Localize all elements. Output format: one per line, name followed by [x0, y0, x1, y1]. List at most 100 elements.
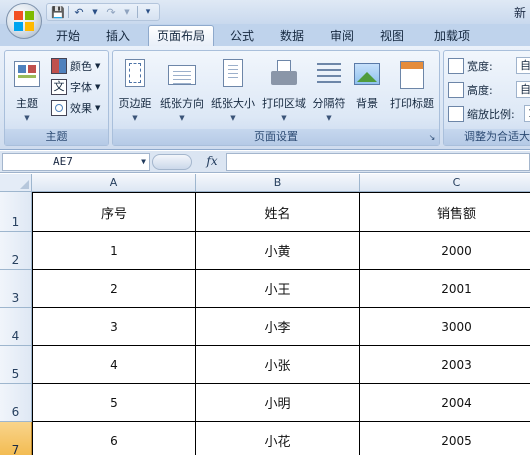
- row-header-3[interactable]: 3: [0, 270, 32, 308]
- tab-insert[interactable]: 插入: [98, 27, 138, 46]
- themes-button[interactable]: 主题 ▼: [7, 55, 47, 129]
- cell-b2[interactable]: 小黄: [196, 232, 360, 270]
- orientation-dropdown-icon: ▼: [179, 114, 185, 122]
- cell-b6[interactable]: 小明: [196, 384, 360, 422]
- row-header-6[interactable]: 6: [0, 384, 32, 422]
- row-header-7[interactable]: 7: [0, 422, 32, 455]
- office-logo-icon: [14, 11, 34, 31]
- fonts-label: 字体: [70, 81, 92, 94]
- margins-icon: [120, 59, 150, 91]
- tab-data[interactable]: 数据: [272, 27, 312, 46]
- width-icon: [448, 58, 464, 74]
- scale-group-label: 调整为合适大: [444, 129, 530, 145]
- size-button[interactable]: 纸张大小 ▼: [209, 55, 257, 129]
- cell-c1[interactable]: 销售额: [360, 192, 530, 232]
- cell-a2[interactable]: 1: [33, 232, 196, 270]
- fonts-button[interactable]: 文 字体 ▼: [51, 78, 100, 96]
- tab-home[interactable]: 开始: [48, 27, 88, 46]
- height-label: 高度:: [467, 84, 493, 97]
- height-select[interactable]: 自: [516, 81, 530, 98]
- redo-dropdown-icon[interactable]: ▼: [120, 5, 134, 19]
- title-bar: 💾 ↶ ▼ ↷ ▼ ▾ 新: [0, 0, 530, 39]
- scale-input[interactable]: 1: [524, 105, 530, 122]
- name-box-dropdown-icon[interactable]: ▼: [141, 154, 146, 170]
- tab-formulas[interactable]: 公式: [222, 27, 262, 46]
- customize-qat-icon[interactable]: ▾: [141, 5, 155, 19]
- themes-group-label: 主题: [5, 129, 108, 145]
- height-icon: [448, 82, 464, 98]
- background-button[interactable]: 背景: [349, 55, 385, 129]
- width-select[interactable]: 自: [516, 57, 530, 74]
- cell-b7[interactable]: 小花: [196, 422, 360, 455]
- paper-size-icon: [218, 59, 248, 91]
- margins-dropdown-icon: ▼: [132, 114, 138, 122]
- office-button[interactable]: [6, 3, 42, 39]
- print-area-button[interactable]: 打印区域 ▼: [259, 55, 309, 129]
- redo-icon[interactable]: ↷: [104, 5, 118, 19]
- name-box[interactable]: AE7 ▼: [2, 153, 150, 171]
- cell-c7[interactable]: 2005: [360, 422, 530, 455]
- ribbon: 主题 ▼ 颜色 ▼ 文 字体 ▼ 效果 ▼ 主题 页边距 ▼ 纸张方向 ▼ 纸张…: [0, 46, 530, 150]
- row-header-2[interactable]: 2: [0, 232, 32, 270]
- tab-addins[interactable]: 加载项: [424, 27, 480, 46]
- effects-icon: [51, 100, 67, 116]
- select-all-button[interactable]: [0, 174, 32, 192]
- insert-function-icon[interactable]: fx: [200, 153, 224, 171]
- orientation-icon: [167, 59, 197, 91]
- cell-a4[interactable]: 3: [33, 308, 196, 346]
- cell-b3[interactable]: 小王: [196, 270, 360, 308]
- cell-a5[interactable]: 4: [33, 346, 196, 384]
- colors-button[interactable]: 颜色 ▼: [51, 57, 100, 75]
- orientation-button[interactable]: 纸张方向 ▼: [158, 55, 206, 129]
- background-label: 背景: [356, 97, 378, 110]
- cell-a3[interactable]: 2: [33, 270, 196, 308]
- size-dropdown-icon: ▼: [230, 114, 236, 122]
- row-header-1[interactable]: 1: [0, 192, 32, 232]
- page-setup-group-label: 页面设置: [113, 129, 439, 145]
- cell-a6[interactable]: 5: [33, 384, 196, 422]
- print-titles-button[interactable]: 打印标题: [387, 55, 437, 129]
- scale-control: 缩放比例:: [448, 105, 515, 123]
- cell-c6[interactable]: 2004: [360, 384, 530, 422]
- cell-b1[interactable]: 姓名: [196, 192, 360, 232]
- size-label: 纸张大小: [211, 97, 255, 110]
- cell-c2[interactable]: 2000: [360, 232, 530, 270]
- formula-splitter[interactable]: [152, 154, 192, 170]
- page-setup-launcher-icon[interactable]: ↘: [427, 133, 437, 143]
- cell-b4[interactable]: 小李: [196, 308, 360, 346]
- cell-b5[interactable]: 小张: [196, 346, 360, 384]
- colors-dropdown-icon: ▼: [95, 62, 101, 70]
- tab-page-layout[interactable]: 页面布局: [148, 25, 214, 47]
- cell-c4[interactable]: 3000: [360, 308, 530, 346]
- cell-a7[interactable]: 6: [33, 422, 196, 455]
- save-icon[interactable]: 💾: [51, 5, 65, 19]
- undo-icon[interactable]: ↶: [72, 5, 86, 19]
- fonts-dropdown-icon: ▼: [95, 83, 101, 91]
- themes-icon: [12, 59, 42, 91]
- cell-c3[interactable]: 2001: [360, 270, 530, 308]
- column-header-c[interactable]: C: [360, 174, 530, 192]
- scale-to-fit-group: 宽度: 自 高度: 自 缩放比例: 1 调整为合适大: [443, 50, 530, 146]
- ribbon-tabs: 开始 插入 页面布局 公式 数据 审阅 视图 加载项: [0, 24, 530, 47]
- colors-label: 颜色: [70, 60, 92, 73]
- orientation-label: 纸张方向: [160, 97, 204, 110]
- row-header-5[interactable]: 5: [0, 346, 32, 384]
- effects-button[interactable]: 效果 ▼: [51, 99, 100, 117]
- formula-input[interactable]: [226, 153, 530, 171]
- themes-dropdown-icon: ▼: [24, 114, 30, 122]
- column-header-a[interactable]: A: [32, 174, 196, 192]
- row-header-4[interactable]: 4: [0, 308, 32, 346]
- themes-label: 主题: [16, 97, 38, 110]
- effects-label: 效果: [70, 102, 92, 115]
- margins-button[interactable]: 页边距 ▼: [115, 55, 155, 129]
- cell-a1[interactable]: 序号: [33, 192, 196, 232]
- breaks-icon: [314, 59, 344, 91]
- column-header-b[interactable]: B: [196, 174, 360, 192]
- height-control: 高度:: [448, 81, 493, 99]
- tab-review[interactable]: 审阅: [322, 27, 362, 46]
- breaks-button[interactable]: 分隔符 ▼: [309, 55, 349, 129]
- undo-dropdown-icon[interactable]: ▼: [88, 5, 102, 19]
- tab-view[interactable]: 视图: [372, 27, 412, 46]
- cell-c5[interactable]: 2003: [360, 346, 530, 384]
- effects-dropdown-icon: ▼: [95, 104, 101, 112]
